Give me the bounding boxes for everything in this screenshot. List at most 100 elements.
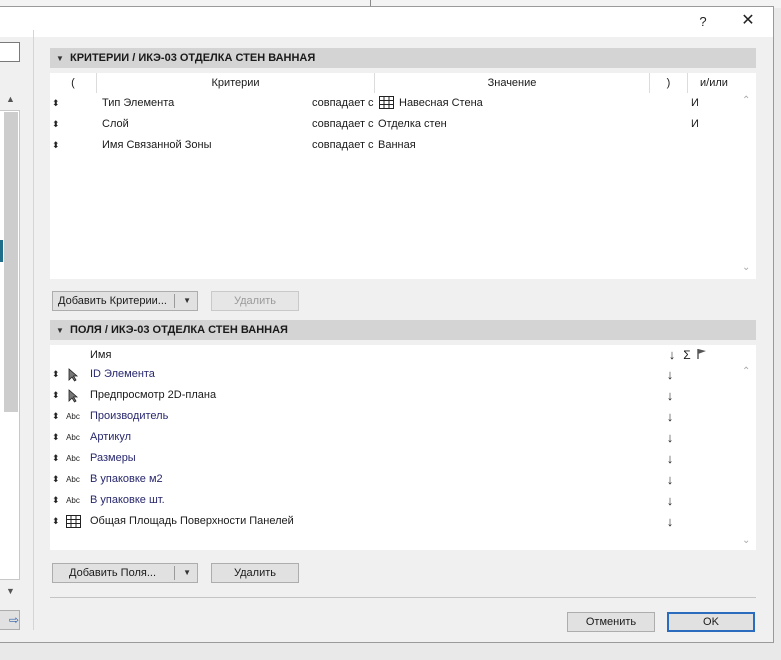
- criteria-row[interactable]: ⬍ Имя Связанной Зоны совпадает с Ванная: [50, 135, 740, 156]
- dropdown-caret-icon[interactable]: ▼: [183, 564, 191, 582]
- title-bar: ? ✕: [0, 7, 773, 37]
- split-separator: [174, 294, 175, 308]
- field-label[interactable]: В упаковке шт.: [90, 490, 165, 511]
- reorder-handle-icon[interactable]: ⬍: [52, 490, 60, 511]
- reorder-handle-icon[interactable]: ⬍: [52, 448, 60, 469]
- criteria-andor[interactable]: И: [691, 114, 699, 135]
- reorder-handle-icon[interactable]: ⬍: [52, 385, 60, 406]
- abc-icon: Abc: [66, 475, 80, 484]
- criteria-operator[interactable]: совпадает с: [312, 114, 374, 135]
- abc-icon: Abc: [66, 496, 80, 505]
- collapse-triangle-icon[interactable]: ▼: [56, 321, 70, 341]
- fields-scroll-up-icon[interactable]: ⌃: [742, 366, 750, 377]
- abc-icon: Abc: [66, 412, 80, 421]
- field-label[interactable]: Артикул: [90, 427, 131, 448]
- curtain-wall-icon: [379, 96, 394, 111]
- left-action-icon[interactable]: ⇨: [0, 610, 20, 630]
- sort-arrow-icon[interactable]: ↓: [664, 427, 676, 448]
- col-name[interactable]: Имя: [90, 345, 111, 365]
- ok-button[interactable]: OK: [667, 612, 755, 632]
- reorder-handle-icon[interactable]: ⬍: [52, 427, 60, 448]
- sort-arrow-icon[interactable]: ↓: [664, 448, 676, 469]
- pointer-icon: [64, 364, 82, 385]
- col-andor[interactable]: и/или: [688, 73, 740, 93]
- delete-fields-button[interactable]: Удалить: [211, 563, 299, 583]
- reorder-handle-icon[interactable]: ⬍: [52, 135, 60, 156]
- fields-table-header: Имя ↓ Σ: [50, 345, 740, 365]
- close-icon[interactable]: ✕: [738, 11, 758, 31]
- add-criteria-label: Добавить Критерии...: [58, 295, 167, 307]
- col-sort-icon[interactable]: ↓: [666, 345, 678, 365]
- abc-icon: Abc: [66, 433, 80, 442]
- col-criteria[interactable]: Критерии: [97, 73, 375, 93]
- sort-arrow-icon[interactable]: ↓: [664, 364, 676, 385]
- field-label[interactable]: В упаковке м2: [90, 469, 163, 490]
- scroll-down-icon[interactable]: ▼: [6, 586, 15, 596]
- field-row[interactable]: ⬍ Общая Площадь Поверхности Панелей ↓: [0, 511, 740, 532]
- col-value[interactable]: Значение: [375, 73, 650, 93]
- field-label[interactable]: Предпросмотр 2D-плана: [90, 385, 216, 406]
- criteria-section-header[interactable]: ▼ КРИТЕРИИ / ИКЭ-03 ОТДЕЛКА СТЕН ВАННАЯ: [50, 48, 756, 68]
- collapse-triangle-icon[interactable]: ▼: [56, 49, 70, 69]
- field-label[interactable]: Размеры: [90, 448, 136, 469]
- left-search-input[interactable]: [0, 42, 20, 62]
- criteria-scroll-up-icon[interactable]: ⌃: [742, 95, 750, 106]
- sort-arrow-icon[interactable]: ↓: [664, 490, 676, 511]
- dropdown-caret-icon[interactable]: ▼: [183, 292, 191, 310]
- col-open-paren[interactable]: (: [50, 73, 97, 93]
- field-row[interactable]: ⬍ ID Элемента ↓: [0, 364, 740, 385]
- scroll-up-icon[interactable]: ▲: [6, 94, 15, 104]
- criteria-name[interactable]: Имя Связанной Зоны: [102, 135, 211, 156]
- field-row[interactable]: ⬍ Abc Артикул ↓: [0, 427, 740, 448]
- reorder-handle-icon[interactable]: ⬍: [52, 364, 60, 385]
- pointer-icon: [64, 385, 82, 406]
- field-label[interactable]: Производитель: [90, 406, 168, 427]
- sort-arrow-icon[interactable]: ↓: [664, 511, 676, 532]
- split-separator: [174, 566, 175, 580]
- abc-icon: Abc: [66, 454, 80, 463]
- fields-scroll-down-icon[interactable]: ⌄: [742, 535, 750, 546]
- add-fields-button[interactable]: Добавить Поля... ▼: [52, 563, 198, 583]
- criteria-title: КРИТЕРИИ / ИКЭ-03 ОТДЕЛКА СТЕН ВАННАЯ: [70, 52, 316, 64]
- add-criteria-button[interactable]: Добавить Критерии... ▼: [52, 291, 198, 311]
- criteria-andor[interactable]: И: [691, 93, 699, 114]
- add-fields-label: Добавить Поля...: [69, 567, 156, 579]
- reorder-handle-icon[interactable]: ⬍: [52, 469, 60, 490]
- cancel-button[interactable]: Отменить: [567, 612, 655, 632]
- criteria-value[interactable]: Отделка стен: [378, 114, 447, 135]
- field-label[interactable]: Общая Площадь Поверхности Панелей: [90, 511, 294, 532]
- criteria-value[interactable]: Навесная Стена: [399, 93, 483, 114]
- field-label[interactable]: ID Элемента: [90, 364, 155, 385]
- help-button[interactable]: ?: [694, 13, 712, 31]
- delete-criteria-button[interactable]: Удалить: [211, 291, 299, 311]
- col-sum-icon[interactable]: Σ: [681, 345, 693, 365]
- criteria-value[interactable]: Ванная: [378, 135, 416, 156]
- pane-divider[interactable]: [33, 30, 34, 630]
- flag-icon[interactable]: [696, 348, 710, 362]
- left-selection-marker: [0, 240, 3, 262]
- field-row[interactable]: ⬍ Предпросмотр 2D-плана ↓: [0, 385, 740, 406]
- curtain-wall-icon: [64, 511, 82, 532]
- sort-arrow-icon[interactable]: ↓: [664, 406, 676, 427]
- field-row[interactable]: ⬍ Abc Размеры ↓: [0, 448, 740, 469]
- reorder-handle-icon[interactable]: ⬍: [52, 114, 60, 135]
- criteria-row[interactable]: ⬍ Тип Элемента совпадает с Навесная Стена И: [50, 93, 740, 114]
- sort-arrow-icon[interactable]: ↓: [664, 469, 676, 490]
- col-close-paren[interactable]: ): [650, 73, 688, 93]
- sort-arrow-icon[interactable]: ↓: [664, 385, 676, 406]
- reorder-handle-icon[interactable]: ⬍: [52, 511, 60, 532]
- footer-divider: [50, 597, 756, 598]
- field-row[interactable]: ⬍ Abc Производитель ↓: [0, 406, 740, 427]
- fields-section-header[interactable]: ▼ ПОЛЯ / ИКЭ-03 ОТДЕЛКА СТЕН ВАННАЯ: [50, 320, 756, 340]
- field-row[interactable]: ⬍ Abc В упаковке шт. ↓: [0, 490, 740, 511]
- criteria-name[interactable]: Тип Элемента: [102, 93, 174, 114]
- criteria-operator[interactable]: совпадает с: [312, 135, 374, 156]
- fields-title: ПОЛЯ / ИКЭ-03 ОТДЕЛКА СТЕН ВАННАЯ: [70, 324, 288, 336]
- criteria-name[interactable]: Слой: [102, 114, 129, 135]
- field-row[interactable]: ⬍ Abc В упаковке м2 ↓: [0, 469, 740, 490]
- reorder-handle-icon[interactable]: ⬍: [52, 406, 60, 427]
- reorder-handle-icon[interactable]: ⬍: [52, 93, 60, 114]
- criteria-operator[interactable]: совпадает с: [312, 93, 374, 114]
- criteria-row[interactable]: ⬍ Слой совпадает с Отделка стен И: [50, 114, 740, 135]
- criteria-scroll-down-icon[interactable]: ⌄: [742, 262, 750, 273]
